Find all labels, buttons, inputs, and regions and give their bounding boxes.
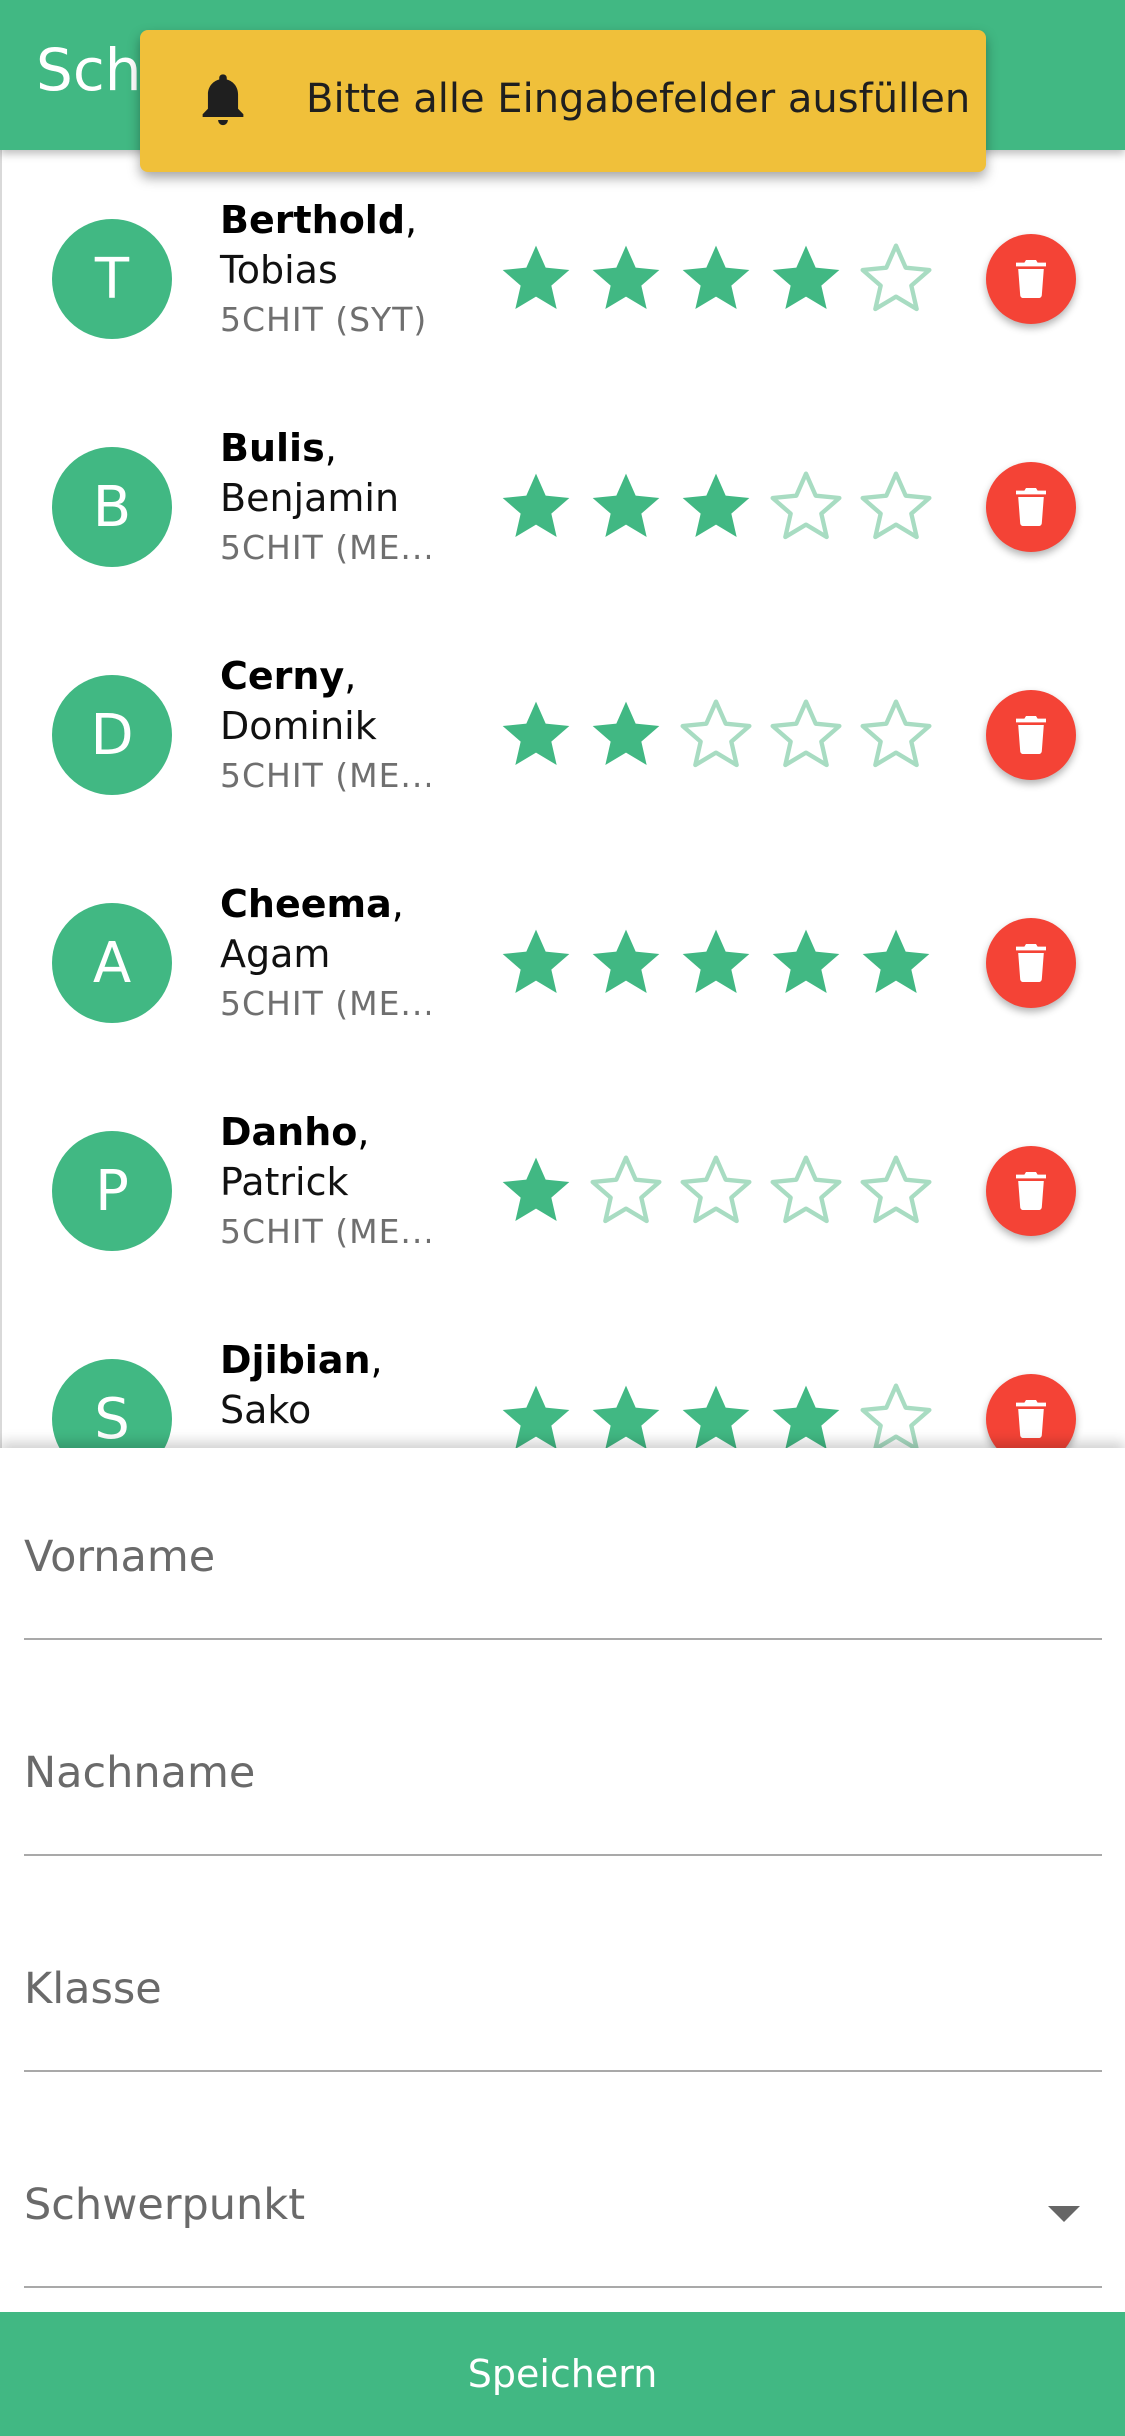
star-filled-icon[interactable] xyxy=(766,239,846,319)
klasse-underline xyxy=(24,2070,1102,2072)
star-outline-icon[interactable] xyxy=(676,1151,756,1231)
star-outline-icon[interactable] xyxy=(856,1151,936,1231)
star-rating[interactable] xyxy=(496,1379,946,1450)
nachname-underline xyxy=(24,1854,1102,1856)
student-class: 5CHIT (ME... xyxy=(220,1212,430,1251)
star-outline-icon[interactable] xyxy=(676,695,756,775)
list-item[interactable]: B Bulis, Benjamin 5CHIT (ME... xyxy=(2,378,1125,606)
star-filled-icon[interactable] xyxy=(676,467,756,547)
student-firstname: Dominik xyxy=(220,704,377,748)
student-lastname: Cerny xyxy=(220,654,345,698)
star-filled-icon[interactable] xyxy=(496,923,576,1003)
student-firstname: Agam xyxy=(220,932,331,976)
star-outline-icon[interactable] xyxy=(586,1151,666,1231)
star-filled-icon[interactable] xyxy=(676,239,756,319)
student-firstname: Patrick xyxy=(220,1160,349,1204)
list-item[interactable]: D Cerny, Dominik 5CHIT (ME... xyxy=(2,606,1125,834)
star-outline-icon[interactable] xyxy=(856,467,936,547)
star-rating[interactable] xyxy=(496,1151,946,1231)
delete-button[interactable] xyxy=(986,1146,1076,1236)
klasse-field[interactable]: Klasse xyxy=(24,1880,1102,2072)
trash-icon xyxy=(1016,716,1046,754)
trash-icon xyxy=(1016,488,1046,526)
star-filled-icon[interactable] xyxy=(496,695,576,775)
star-rating[interactable] xyxy=(496,239,946,319)
trash-icon xyxy=(1016,944,1046,982)
student-lastname: Danho xyxy=(220,1110,358,1154)
star-outline-icon[interactable] xyxy=(766,1151,846,1231)
star-outline-icon[interactable] xyxy=(766,467,846,547)
star-filled-icon[interactable] xyxy=(676,1379,756,1450)
save-button[interactable]: Speichern xyxy=(0,2312,1125,2436)
avatar: S xyxy=(52,1359,172,1450)
star-filled-icon[interactable] xyxy=(496,1151,576,1231)
avatar: T xyxy=(52,219,172,339)
list-item[interactable]: P Danho, Patrick 5CHIT (ME... xyxy=(2,1062,1125,1290)
star-filled-icon[interactable] xyxy=(766,1379,846,1450)
list-item[interactable]: A Cheema, Agam 5CHIT (ME... xyxy=(2,834,1125,1062)
student-lastname: Djibian xyxy=(220,1338,371,1382)
star-filled-icon[interactable] xyxy=(496,239,576,319)
avatar: P xyxy=(52,1131,172,1251)
bell-icon xyxy=(196,70,250,132)
star-filled-icon[interactable] xyxy=(586,1379,666,1450)
vorname-underline xyxy=(24,1638,1102,1640)
avatar: A xyxy=(52,903,172,1023)
delete-button[interactable] xyxy=(986,1374,1076,1450)
nachname-label: Nachname xyxy=(24,1748,256,1798)
star-rating[interactable] xyxy=(496,695,946,775)
avatar: D xyxy=(52,675,172,795)
student-firstname: Tobias xyxy=(220,248,338,292)
star-outline-icon[interactable] xyxy=(856,239,936,319)
star-filled-icon[interactable] xyxy=(586,695,666,775)
star-filled-icon[interactable] xyxy=(766,923,846,1003)
star-rating[interactable] xyxy=(496,923,946,1003)
student-lastname: Cheema xyxy=(220,882,392,926)
notification-toast[interactable]: Bitte alle Eingabefelder ausfüllen xyxy=(140,30,986,172)
trash-icon xyxy=(1016,1400,1046,1438)
delete-button[interactable] xyxy=(986,462,1076,552)
star-filled-icon[interactable] xyxy=(496,467,576,547)
student-lastname: Berthold xyxy=(220,198,406,242)
trash-icon xyxy=(1016,1172,1046,1210)
star-outline-icon[interactable] xyxy=(856,695,936,775)
star-outline-icon[interactable] xyxy=(856,1379,936,1450)
star-filled-icon[interactable] xyxy=(586,239,666,319)
star-filled-icon[interactable] xyxy=(496,1379,576,1450)
delete-button[interactable] xyxy=(986,690,1076,780)
star-filled-icon[interactable] xyxy=(856,923,936,1003)
vorname-field[interactable]: Vorname xyxy=(24,1448,1102,1640)
student-firstname: Benjamin xyxy=(220,476,400,520)
student-class: 5CHIT (ME... xyxy=(220,984,430,1023)
vorname-label: Vorname xyxy=(24,1532,216,1582)
student-lastname: Bulis xyxy=(220,426,325,470)
star-filled-icon[interactable] xyxy=(676,923,756,1003)
star-filled-icon[interactable] xyxy=(586,467,666,547)
star-outline-icon[interactable] xyxy=(766,695,846,775)
delete-button[interactable] xyxy=(986,918,1076,1008)
list-item[interactable]: S Djibian, Sako xyxy=(2,1290,1125,1450)
student-class: 5CHIT (ME... xyxy=(220,528,430,567)
student-form: Vorname Nachname Klasse Schwerpunkt xyxy=(0,1448,1125,2436)
save-button-label: Speichern xyxy=(467,2352,658,2396)
schwerpunkt-label: Schwerpunkt xyxy=(24,2180,306,2230)
delete-button[interactable] xyxy=(986,234,1076,324)
dropdown-arrow-icon xyxy=(1048,2206,1080,2222)
star-rating[interactable] xyxy=(496,467,946,547)
avatar: B xyxy=(52,447,172,567)
student-list[interactable]: T Berthold, Tobias 5CHIT (SYT) B Bulis, … xyxy=(0,150,1125,1450)
trash-icon xyxy=(1016,260,1046,298)
star-filled-icon[interactable] xyxy=(586,923,666,1003)
toast-message: Bitte alle Eingabefelder ausfüllen xyxy=(306,76,971,122)
student-class: 5CHIT (SYT) xyxy=(220,300,428,339)
nachname-field[interactable]: Nachname xyxy=(24,1664,1102,1856)
schwerpunkt-select[interactable]: Schwerpunkt xyxy=(24,2096,1102,2288)
schwerpunkt-underline xyxy=(24,2286,1102,2288)
list-item[interactable]: T Berthold, Tobias 5CHIT (SYT) xyxy=(2,150,1125,378)
klasse-label: Klasse xyxy=(24,1964,162,2014)
student-firstname: Sako xyxy=(220,1388,312,1432)
student-class: 5CHIT (ME... xyxy=(220,756,430,795)
